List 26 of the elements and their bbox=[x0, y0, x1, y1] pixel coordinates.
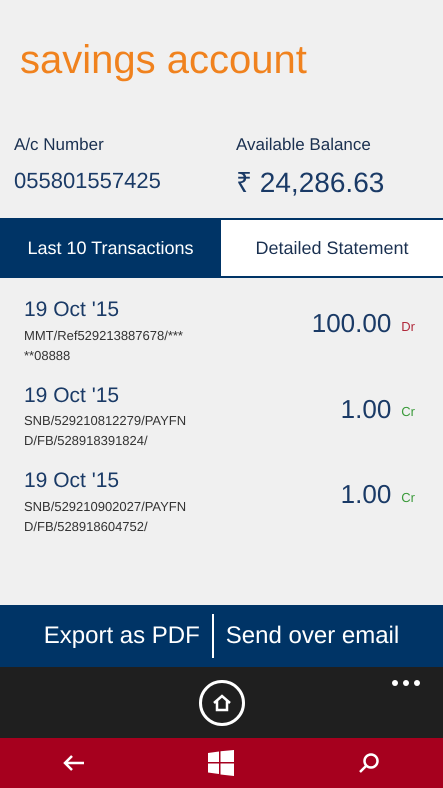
transaction-type: Cr bbox=[401, 403, 415, 422]
home-icon bbox=[212, 692, 232, 712]
transaction-type: Dr bbox=[401, 318, 415, 336]
transaction-description: MMT/Ref529213887678/*** **08888 bbox=[24, 326, 183, 364]
transaction-amount: 1.00 bbox=[340, 392, 392, 426]
balance-label: Available Balance bbox=[236, 134, 372, 156]
balance-amount: ₹ 24,286.63 bbox=[236, 166, 386, 200]
transaction-date: 19 Oct '15 bbox=[24, 382, 120, 408]
windows-icon[interactable] bbox=[208, 750, 234, 776]
action-button[interactable]: Export as PDF bbox=[44, 618, 200, 654]
home-button[interactable] bbox=[198, 680, 244, 726]
transaction-description: SNB/529210812279/PAYFN D/FB/528918391824/ bbox=[24, 412, 186, 450]
action-button[interactable]: Send over email bbox=[226, 618, 400, 654]
back-arrow-icon[interactable] bbox=[62, 754, 85, 772]
page-title: savings account bbox=[20, 40, 307, 80]
account-number-label: A/c Number bbox=[14, 134, 105, 156]
transaction-date: 19 Oct '15 bbox=[24, 468, 120, 494]
transaction-description: SNB/529210902027/PAYFN D/FB/528918604752/ bbox=[24, 498, 186, 536]
transaction-amount: 1.00 bbox=[340, 478, 392, 511]
transaction-amount: 100.00 bbox=[312, 307, 392, 340]
transaction-type: Cr bbox=[401, 488, 415, 507]
more-icon[interactable] bbox=[391, 679, 421, 687]
transaction-date: 19 Oct '15 bbox=[24, 297, 120, 323]
tab[interactable]: Last 10 Transactions bbox=[0, 220, 221, 276]
account-number: 055801557425 bbox=[14, 166, 162, 194]
search-icon[interactable] bbox=[358, 752, 380, 774]
